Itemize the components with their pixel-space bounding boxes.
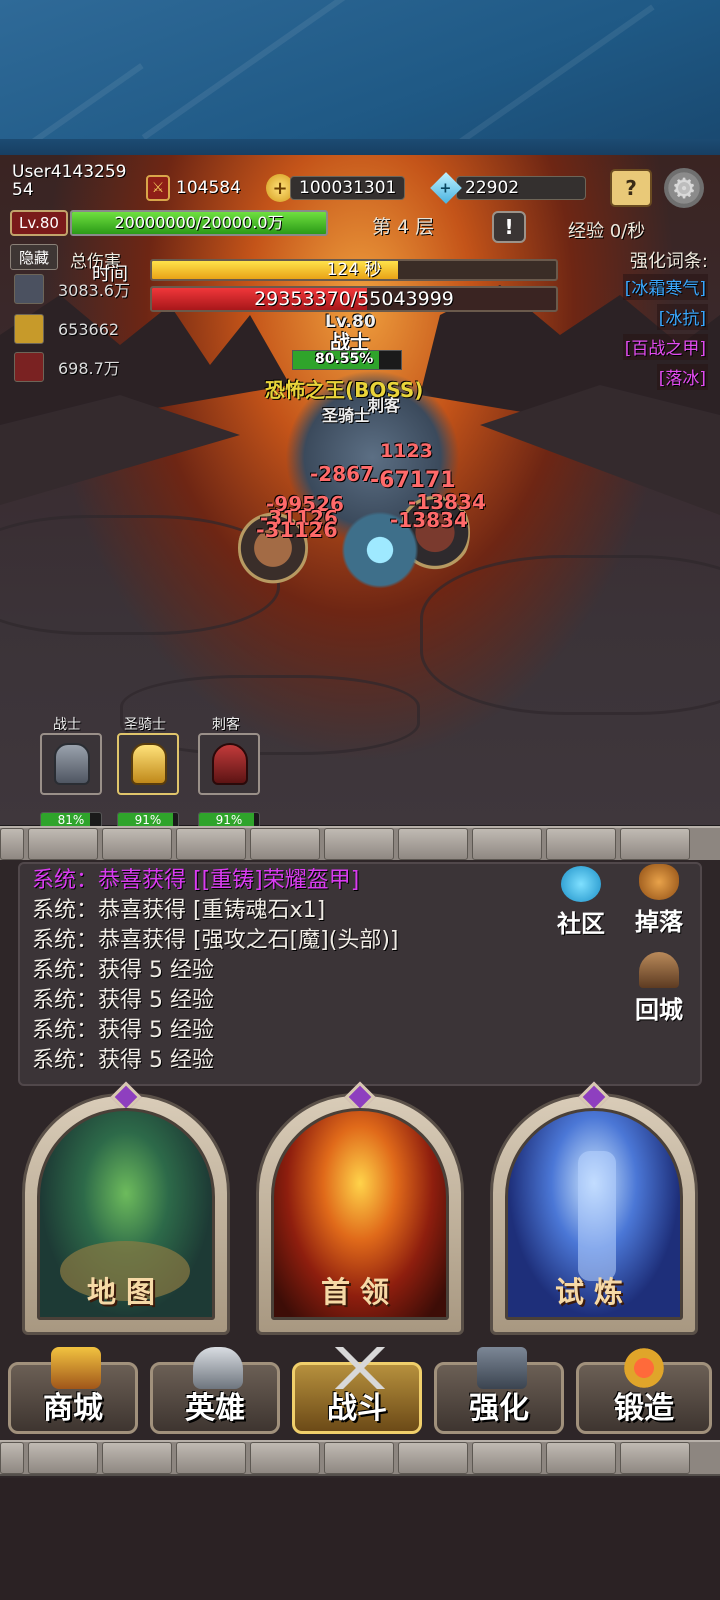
boss-mini-hp: 80.55% — [292, 350, 402, 370]
hero-name-paladin: 圣骑士 — [124, 717, 166, 733]
damage-number: -2867 — [310, 462, 374, 486]
map-portal[interactable]: 地图 — [22, 1081, 230, 1335]
stone-wall-bottom — [0, 1440, 720, 1476]
nav-shop[interactable]: 商城 — [8, 1347, 138, 1434]
assassin-tag: 刺客 — [368, 396, 401, 415]
log-line: 系统：恭喜获得 [重铸魂石x1] — [32, 898, 326, 923]
hide-button[interactable]: 隐藏 — [10, 244, 58, 270]
hero-card-warrior[interactable] — [40, 733, 102, 795]
nav-enhance[interactable]: 强化 — [434, 1347, 564, 1434]
boss-hp-text: 29353370/55043999 — [254, 288, 454, 310]
affix-item: [落冰] — [656, 364, 708, 390]
community-button[interactable]: 社区 — [546, 866, 616, 939]
damage-number: -13834 — [390, 508, 468, 532]
diamond-display[interactable]: + 22902 — [430, 172, 586, 204]
boss-portal[interactable]: 首领 — [256, 1081, 464, 1335]
nav-hero[interactable]: 英雄 — [150, 1347, 280, 1434]
damage-row-paladin: 653662 — [14, 314, 119, 344]
gold-display[interactable]: + 100031301 — [266, 174, 406, 202]
damage-number: -67171 — [370, 468, 456, 493]
affix-item: [百战之甲] — [622, 334, 708, 360]
nav-battle[interactable]: 战斗 — [292, 1347, 422, 1434]
affix-item: [冰霜寒气] — [622, 274, 708, 300]
drops-button[interactable]: 掉落 — [624, 864, 694, 937]
question-book-icon: ? — [625, 176, 637, 200]
log-line: 系统：获得 5 经验 — [32, 988, 214, 1013]
log-line: 系统：恭喜获得 [强攻之石[魔](头部)] — [32, 928, 399, 953]
timer-label: 时间 — [92, 264, 128, 285]
trial-portal[interactable]: 试炼 — [490, 1081, 698, 1335]
hero-card-assassin[interactable] — [198, 733, 260, 795]
info-button[interactable]: ! — [492, 211, 526, 243]
log-line: 系统：获得 5 经验 — [32, 1048, 214, 1073]
exp-rate: 经验 0/秒 — [568, 221, 646, 242]
gear-icon: ⚙ — [671, 171, 697, 205]
assassin-portrait-icon — [14, 352, 44, 382]
castle-gate-icon — [639, 952, 679, 988]
player-name: User4143259 54 — [12, 162, 127, 200]
hero-card-paladin[interactable] — [117, 733, 179, 795]
log-line: 系统：获得 5 经验 — [32, 958, 214, 983]
warrior-helmet-icon — [54, 743, 90, 785]
knight-tag: 圣骑士 — [322, 406, 371, 425]
chat-bubble-icon — [561, 866, 601, 902]
sword-shield-icon: ⚔ — [146, 175, 170, 201]
affix-item: [冰抗] — [656, 304, 708, 330]
player-level-badge: Lv.80 — [10, 210, 68, 236]
damage-number: -31126 — [256, 518, 338, 542]
fight-zone: Lv.80 战士 80.55% 恐怖之王(BOSS) 圣骑士 刺客 -99526… — [230, 310, 520, 610]
hero-name-assassin: 刺客 — [212, 717, 240, 733]
timer-bar: 124 秒 — [150, 259, 558, 281]
log-line: 系统：获得 5 经验 — [32, 1018, 214, 1043]
paladin-helmet-icon — [131, 743, 167, 785]
boss-hp-bar: 29353370/55043999 — [150, 286, 558, 312]
warrior-portrait-icon — [14, 274, 44, 304]
floor-label: 第 4 层 — [372, 216, 435, 238]
nav-forge[interactable]: 锻造 — [576, 1347, 712, 1434]
affix-title: 强化词条: — [629, 251, 708, 272]
quest-book-button[interactable]: ? — [610, 169, 652, 207]
return-city-button[interactable]: 回城 — [624, 952, 694, 1025]
loot-bag-icon — [639, 864, 679, 900]
top-background — [0, 0, 720, 155]
power-display: ⚔ 104584 — [146, 174, 241, 202]
stone-wall-top — [0, 826, 720, 862]
assassin-hood-icon — [212, 743, 248, 785]
paladin-portrait-icon — [14, 314, 44, 344]
log-line: 系统：恭喜获得 [[重铸]荣耀盔甲] — [32, 868, 360, 893]
damage-row-assassin: 698.7万 — [14, 352, 120, 382]
damage-number: 1123 — [380, 440, 433, 462]
timer-text: 124 秒 — [326, 260, 382, 280]
player-exp-bar: 20000000/20000.0万 — [70, 210, 328, 236]
exp-text: 20000000/20000.0万 — [114, 213, 284, 232]
settings-button[interactable]: ⚙ — [664, 168, 704, 208]
exclamation-icon: ! — [504, 215, 514, 239]
hero-name-warrior: 战士 — [53, 717, 81, 733]
bottom-ground — [0, 1478, 720, 1600]
